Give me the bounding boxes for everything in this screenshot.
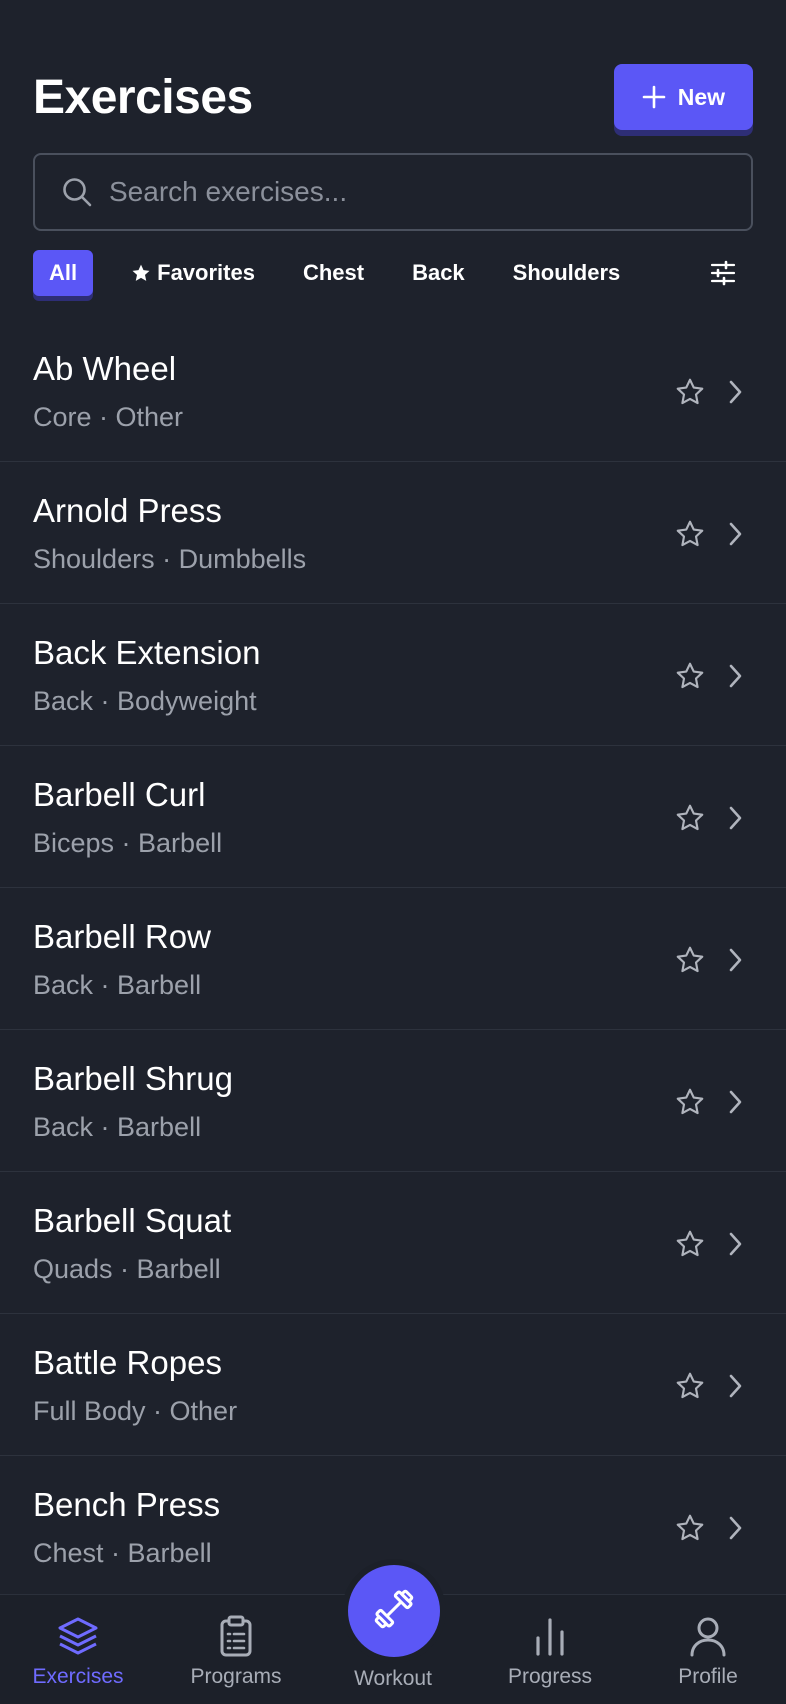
exercise-meta: Full Body · Other xyxy=(33,1396,238,1426)
chip-label: Shoulders xyxy=(512,260,621,285)
exercise-name: Barbell Row xyxy=(33,918,211,955)
list-item[interactable]: Barbell Shrug Back · Barbell xyxy=(0,1030,786,1172)
workout-button[interactable] xyxy=(348,1565,440,1657)
chevron-right-icon xyxy=(724,1372,746,1400)
dumbbell-icon xyxy=(371,1586,417,1637)
filter-chips: All Favorites Chest Back Shoulders xyxy=(33,249,753,297)
sliders-icon[interactable] xyxy=(709,259,737,287)
list-item[interactable]: Ab Wheel Core · Other xyxy=(0,320,786,462)
list-item[interactable]: Back Extension Back · Bodyweight xyxy=(0,604,786,746)
chevron-right-icon xyxy=(724,946,746,974)
chip-shoulders[interactable]: Shoulders xyxy=(495,250,639,296)
page-title: Exercises xyxy=(33,70,253,124)
exercise-name: Bench Press xyxy=(33,1486,221,1523)
search-input[interactable] xyxy=(109,176,751,208)
search-box[interactable] xyxy=(33,153,753,231)
user-icon xyxy=(685,1613,731,1659)
chevron-right-icon xyxy=(724,520,746,548)
new-exercise-button[interactable]: New xyxy=(613,64,753,130)
chip-label: All xyxy=(49,260,78,285)
chevron-right-icon xyxy=(724,662,746,690)
chevron-right-icon xyxy=(724,1088,746,1116)
exercise-name: Barbell Squat xyxy=(33,1202,232,1239)
exercise-meta: Back · Barbell xyxy=(33,970,202,1000)
star-icon[interactable] xyxy=(674,802,706,834)
list-item[interactable]: Barbell Squat Quads · Barbell xyxy=(0,1172,786,1314)
bar-chart-icon xyxy=(527,1613,573,1659)
header: Exercises New xyxy=(33,62,753,132)
exercise-name: Ab Wheel xyxy=(33,350,177,387)
list-item[interactable]: Barbell Curl Biceps · Barbell xyxy=(0,746,786,888)
exercise-meta: Core · Other xyxy=(33,402,184,432)
chip-label: Chest xyxy=(302,260,365,285)
plus-icon xyxy=(642,85,666,109)
chevron-right-icon xyxy=(724,378,746,406)
tab-profile[interactable]: Profile xyxy=(638,1595,778,1704)
tab-label: Profile xyxy=(678,1665,738,1688)
exercise-name: Back Extension xyxy=(33,634,261,671)
exercise-meta: Back · Bodyweight xyxy=(33,686,257,716)
layers-icon xyxy=(55,1613,101,1659)
clipboard-icon xyxy=(213,1613,259,1659)
tab-programs[interactable]: Programs xyxy=(166,1595,306,1704)
star-filled-icon xyxy=(131,263,151,283)
star-icon[interactable] xyxy=(674,1512,706,1544)
exercise-meta: Chest · Barbell xyxy=(33,1538,212,1568)
chevron-right-icon xyxy=(724,804,746,832)
star-icon[interactable] xyxy=(674,1086,706,1118)
chip-label: Favorites xyxy=(157,260,255,285)
new-button-label: New xyxy=(677,83,725,110)
search-icon xyxy=(61,176,93,208)
exercise-name: Arnold Press xyxy=(33,492,222,529)
bottom-tab-bar: Exercises Programs Workout Progress Prof… xyxy=(0,1565,786,1704)
chevron-right-icon xyxy=(724,1514,746,1542)
chip-favorites[interactable]: Favorites xyxy=(113,250,273,296)
chevron-right-icon xyxy=(724,1230,746,1258)
list-item[interactable]: Battle Ropes Full Body · Other xyxy=(0,1314,786,1456)
star-icon[interactable] xyxy=(674,944,706,976)
tab-progress[interactable]: Progress xyxy=(480,1595,620,1704)
chip-label: Back xyxy=(412,260,465,285)
workout-label: Workout xyxy=(354,1667,432,1690)
exercise-name: Battle Ropes xyxy=(33,1344,222,1381)
tab-label: Programs xyxy=(190,1665,282,1688)
exercise-list: Ab Wheel Core · Other Arnold Press Shoul… xyxy=(0,320,786,1598)
chip-back[interactable]: Back xyxy=(394,250,483,296)
tab-exercises[interactable]: Exercises xyxy=(8,1595,148,1704)
star-icon[interactable] xyxy=(674,660,706,692)
chip-chest[interactable]: Chest xyxy=(285,250,382,296)
exercise-meta: Quads · Barbell xyxy=(33,1254,221,1284)
star-icon[interactable] xyxy=(674,1228,706,1260)
chip-all[interactable]: All xyxy=(33,250,94,296)
exercise-meta: Back · Barbell xyxy=(33,1112,202,1142)
tab-label: Exercises xyxy=(32,1665,124,1688)
exercise-meta: Shoulders · Dumbbells xyxy=(33,544,307,574)
list-item[interactable]: Arnold Press Shoulders · Dumbbells xyxy=(0,462,786,604)
tab-label: Progress xyxy=(507,1665,593,1688)
star-icon[interactable] xyxy=(674,518,706,550)
list-item[interactable]: Barbell Row Back · Barbell xyxy=(0,888,786,1030)
star-icon[interactable] xyxy=(674,1370,706,1402)
exercise-meta: Biceps · Barbell xyxy=(33,828,223,858)
star-icon[interactable] xyxy=(674,376,706,408)
exercise-name: Barbell Curl xyxy=(33,776,206,813)
exercise-name: Barbell Shrug xyxy=(33,1060,233,1097)
